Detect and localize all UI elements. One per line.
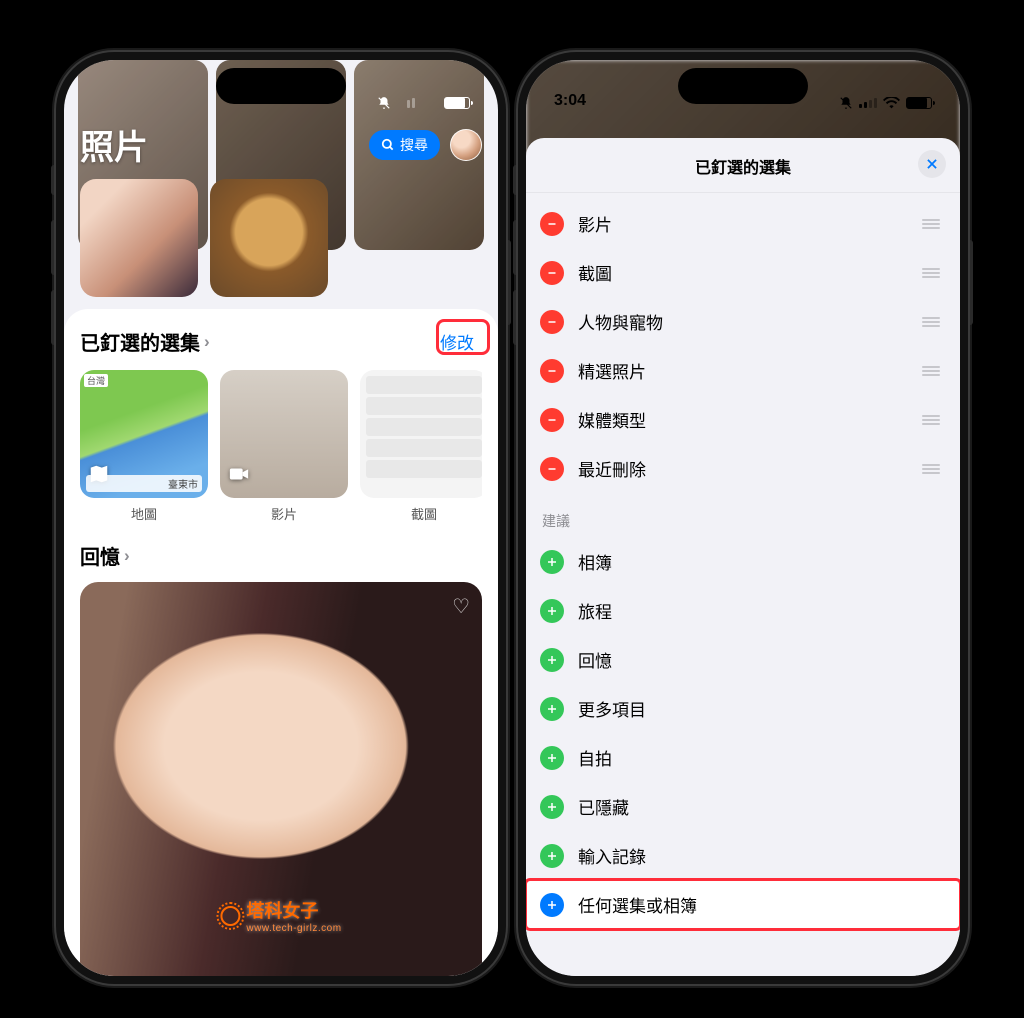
chevron-right-icon: › [204, 332, 210, 352]
mute-icon [377, 96, 391, 110]
any-collection-row[interactable]: 任何選集或相簿 [526, 880, 960, 929]
wifi-icon [883, 97, 900, 108]
person-thumb[interactable] [80, 179, 198, 297]
add-icon [540, 893, 564, 917]
battery-icon [444, 97, 470, 109]
suggestion-row[interactable]: 相簿 [526, 537, 960, 586]
remove-icon[interactable] [540, 261, 564, 285]
page-title: 照片 [80, 120, 148, 169]
pinned-row[interactable]: 人物與寵物 [526, 297, 960, 346]
map-region-label: 台灣 [84, 374, 108, 387]
pinned-caption: 截圖 [360, 504, 482, 523]
pinned-section-title: 已釘選的選集 [80, 327, 200, 356]
drag-handle-icon[interactable] [918, 215, 944, 233]
phone-left: Wuli 3:04 照片 搜尋 [54, 50, 508, 986]
pinned-row[interactable]: 精選照片 [526, 346, 960, 395]
add-icon[interactable] [540, 844, 564, 868]
drag-handle-icon[interactable] [918, 411, 944, 429]
search-label: 搜尋 [400, 135, 428, 155]
people-row[interactable] [64, 179, 498, 309]
dynamic-island [216, 68, 346, 104]
row-label: 自拍 [578, 745, 944, 770]
heart-icon[interactable]: ♡ [452, 594, 470, 619]
status-time: 3:04 [554, 92, 586, 110]
profile-avatar[interactable] [450, 129, 482, 161]
search-button[interactable]: 搜尋 [369, 130, 440, 160]
suggestion-row[interactable]: 輸入記錄 [526, 831, 960, 880]
add-icon[interactable] [540, 550, 564, 574]
pinned-editor-sheet: 已釘選的選集 影片截圖人物與寵物精選照片媒體類型最近刪除 建議 相簿旅程回憶更多… [526, 138, 960, 976]
suggestion-row[interactable]: 已隱藏 [526, 782, 960, 831]
row-label: 精選照片 [578, 358, 918, 383]
add-icon[interactable] [540, 746, 564, 770]
suggestion-row[interactable]: 旅程 [526, 586, 960, 635]
row-label: 人物與寵物 [578, 309, 918, 334]
person-thumb[interactable] [210, 179, 328, 297]
cellular-icon [859, 98, 877, 108]
pinned-row[interactable]: 媒體類型 [526, 395, 960, 444]
pinned-caption: 影片 [220, 504, 348, 523]
pinned-item-screenshots[interactable]: 截圖 [360, 370, 482, 523]
pinned-row[interactable]: 影片 [526, 199, 960, 248]
status-bar: 3:04 [526, 60, 960, 114]
chevron-right-icon: › [124, 546, 130, 566]
pinned-item-map[interactable]: 台灣 臺東市 地圖 [80, 370, 208, 523]
battery-icon [906, 97, 932, 109]
remove-icon[interactable] [540, 457, 564, 481]
close-button[interactable] [918, 150, 946, 178]
suggestion-row[interactable]: 更多項目 [526, 684, 960, 733]
drag-handle-icon[interactable] [918, 362, 944, 380]
pinned-item-video[interactable]: 影片 [220, 370, 348, 523]
suggestion-row[interactable]: 回憶 [526, 635, 960, 684]
add-icon[interactable] [540, 648, 564, 672]
row-label: 截圖 [578, 260, 918, 285]
memories-section-header[interactable]: 回憶 › [80, 541, 130, 570]
drag-handle-icon[interactable] [918, 460, 944, 478]
pinned-section-header[interactable]: 已釘選的選集 › [80, 327, 210, 356]
row-label: 旅程 [578, 598, 944, 623]
row-label: 影片 [578, 211, 918, 236]
row-label: 輸入記錄 [578, 843, 944, 868]
phone-right: 3:04 已釘選的選集 影片截圖人物與寵物精選照片媒體類型最近刪除 建議 [516, 50, 970, 986]
any-collection-label: 任何選集或相簿 [578, 892, 944, 917]
remove-icon[interactable] [540, 212, 564, 236]
add-icon[interactable] [540, 697, 564, 721]
watermark: 塔科女子 www.tech-girlz.com [220, 897, 341, 934]
add-icon[interactable] [540, 599, 564, 623]
memories-title: 回憶 [80, 541, 120, 570]
add-icon[interactable] [540, 795, 564, 819]
row-label: 已隱藏 [578, 794, 944, 819]
mute-icon [839, 96, 853, 110]
drag-handle-icon[interactable] [918, 264, 944, 282]
pinned-row[interactable]: 最近刪除 [526, 444, 960, 493]
video-icon [228, 463, 250, 490]
row-label: 更多項目 [578, 696, 944, 721]
remove-icon[interactable] [540, 310, 564, 334]
sheet-title: 已釘選的選集 [695, 160, 791, 177]
annotation-highlight [436, 319, 490, 355]
remove-icon[interactable] [540, 359, 564, 383]
row-label: 回憶 [578, 647, 944, 672]
suggestions-header: 建議 [526, 493, 960, 537]
drag-handle-icon[interactable] [918, 313, 944, 331]
remove-icon[interactable] [540, 408, 564, 432]
pinned-caption: 地圖 [80, 504, 208, 523]
pinned-row[interactable]: 截圖 [526, 248, 960, 297]
search-icon [381, 138, 395, 152]
suggestion-row[interactable]: 自拍 [526, 733, 960, 782]
row-label: 媒體類型 [578, 407, 918, 432]
row-label: 最近刪除 [578, 456, 918, 481]
map-city-label: 臺東市 [86, 475, 202, 492]
row-label: 相簿 [578, 549, 944, 574]
watermark-logo-icon [220, 906, 240, 926]
